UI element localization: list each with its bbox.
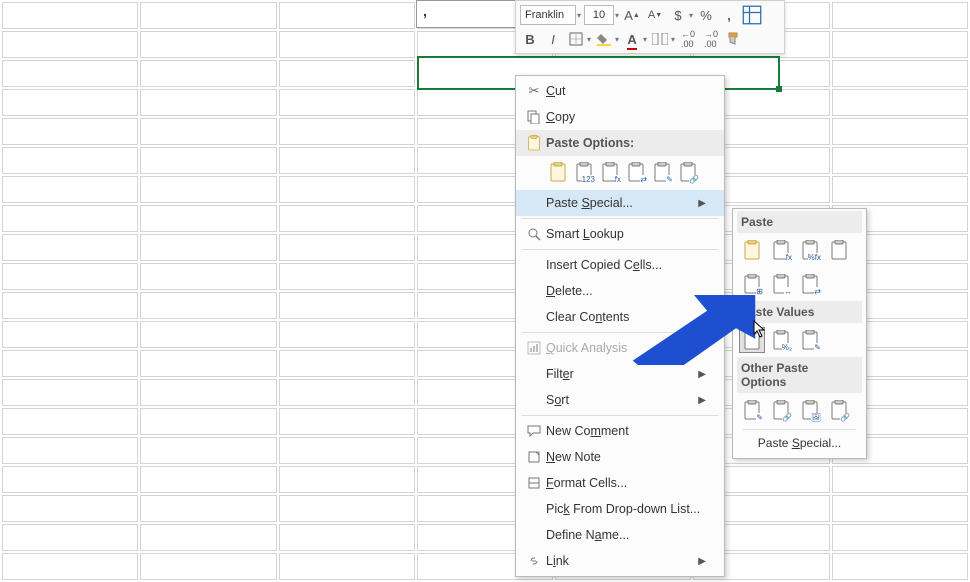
menu-format-cells[interactable]: Format Cells... bbox=[516, 470, 724, 496]
menu-quick-analysis: Quick Analysis bbox=[516, 335, 724, 361]
chevron-right-icon: ▶ bbox=[698, 556, 706, 567]
font-size-select[interactable]: 10 bbox=[584, 5, 614, 25]
paste-all-button[interactable] bbox=[546, 160, 570, 184]
separator bbox=[522, 332, 718, 333]
dropdown-icon[interactable]: ▾ bbox=[615, 35, 619, 44]
formula-indicator-cell: , bbox=[416, 0, 516, 28]
dropdown-icon[interactable]: ▾ bbox=[615, 11, 619, 20]
separator bbox=[743, 429, 856, 430]
menu-insert-copied-cells[interactable]: Insert Copied Cells... bbox=[516, 252, 724, 278]
italic-button[interactable]: I bbox=[543, 29, 563, 49]
note-icon bbox=[522, 450, 546, 464]
menu-filter[interactable]: Filter ▶ bbox=[516, 361, 724, 387]
sub-paste-transpose[interactable]: ⇄ bbox=[797, 271, 823, 297]
dropdown-icon[interactable]: ▾ bbox=[671, 35, 675, 44]
copy-icon bbox=[522, 110, 546, 124]
chevron-right-icon: ▶ bbox=[698, 369, 706, 380]
accounting-format-button[interactable]: $ bbox=[668, 5, 688, 25]
menu-pick-from-list[interactable]: Pick From Drop-down List... bbox=[516, 496, 724, 522]
bold-button[interactable]: B bbox=[520, 29, 540, 49]
scissors-icon: ✂ bbox=[522, 83, 546, 99]
menu-new-comment[interactable]: New Comment bbox=[516, 418, 724, 444]
sub-paste-picture[interactable]: 🖼 bbox=[797, 397, 823, 423]
submenu-paste-values-header: Paste Values bbox=[737, 301, 862, 323]
comma-style-button[interactable]: , bbox=[719, 5, 739, 25]
context-menu: ✂ Cut Copy Paste Options: 123 fx ⇄ ✎ 🔗 P… bbox=[515, 75, 725, 577]
submenu-other-paste-header: Other Paste Options bbox=[737, 357, 862, 393]
menu-paste-options-header: Paste Options: bbox=[516, 130, 724, 156]
menu-copy[interactable]: Copy bbox=[516, 104, 724, 130]
chevron-right-icon: ▶ bbox=[698, 198, 706, 209]
sub-paste-all[interactable] bbox=[739, 237, 765, 263]
sub-paste-keep-source[interactable] bbox=[826, 237, 852, 263]
dropdown-icon[interactable]: ▾ bbox=[689, 11, 693, 20]
percent-button[interactable]: % bbox=[696, 5, 716, 25]
decrease-decimal-button[interactable]: →0.00 bbox=[701, 29, 721, 49]
mini-toolbar: Franklin ▾ 10 ▾ A▲ A▼ $ ▾ % , B I ▾ ▾ A … bbox=[515, 0, 785, 54]
sub-paste-values-number-formatting[interactable]: %₂ bbox=[768, 327, 794, 353]
fill-color-button[interactable] bbox=[594, 29, 614, 49]
search-icon bbox=[522, 227, 546, 241]
merge-button[interactable] bbox=[650, 29, 670, 49]
font-name-select[interactable]: Franklin bbox=[520, 5, 576, 25]
menu-define-name[interactable]: Define Name... bbox=[516, 522, 724, 548]
sub-paste-formulas[interactable]: fx bbox=[768, 237, 794, 263]
font-name-label: Franklin bbox=[525, 9, 564, 21]
paste-options-row: 123 fx ⇄ ✎ 🔗 bbox=[516, 156, 724, 190]
dropdown-icon[interactable]: ▾ bbox=[577, 11, 581, 20]
menu-link[interactable]: Link ▶ bbox=[516, 548, 724, 574]
increase-decimal-button[interactable]: ←0.00 bbox=[678, 29, 698, 49]
sub-paste-no-borders[interactable]: ⊞ bbox=[739, 271, 765, 297]
separator bbox=[522, 249, 718, 250]
comment-icon bbox=[522, 424, 546, 438]
font-size-label: 10 bbox=[593, 9, 605, 21]
sub-paste-column-widths[interactable]: ↔ bbox=[768, 271, 794, 297]
dropdown-icon[interactable]: ▾ bbox=[643, 35, 647, 44]
menu-paste-special[interactable]: Paste Special... ▶ bbox=[516, 190, 724, 216]
menu-smart-lookup[interactable]: Smart Lookup bbox=[516, 221, 724, 247]
sub-paste-linked-picture[interactable]: 🔗 bbox=[826, 397, 852, 423]
borders-button[interactable] bbox=[566, 29, 586, 49]
sub-paste-values-only[interactable] bbox=[739, 327, 765, 353]
paste-formatting-button[interactable]: ✎ bbox=[650, 160, 674, 184]
separator bbox=[522, 415, 718, 416]
format-cells-icon bbox=[522, 476, 546, 490]
paste-values-button[interactable]: 123 bbox=[572, 160, 596, 184]
dropdown-icon[interactable]: ▾ bbox=[587, 35, 591, 44]
paste-special-submenu: Paste fx %fx ⊞ ↔ ⇄ Paste Values %₂ ✎ Oth… bbox=[732, 208, 867, 459]
submenu-paste-header: Paste bbox=[737, 211, 862, 233]
link-icon bbox=[522, 554, 546, 568]
paste-formulas-button[interactable]: fx bbox=[598, 160, 622, 184]
font-color-button[interactable]: A bbox=[622, 29, 642, 49]
menu-sort[interactable]: Sort ▶ bbox=[516, 387, 724, 413]
menu-new-note[interactable]: New Note bbox=[516, 444, 724, 470]
increase-font-button[interactable]: A▲ bbox=[622, 5, 642, 25]
chevron-right-icon: ▶ bbox=[698, 395, 706, 406]
clipboard-icon bbox=[522, 135, 546, 151]
menu-clear-contents[interactable]: Clear Contents bbox=[516, 304, 724, 330]
decrease-font-button[interactable]: A▼ bbox=[645, 5, 665, 25]
sub-paste-link[interactable]: 🔗 bbox=[768, 397, 794, 423]
sub-paste-values-source-formatting[interactable]: ✎ bbox=[797, 327, 823, 353]
format-cells-dialog-button[interactable] bbox=[742, 5, 762, 25]
paste-link-button[interactable]: 🔗 bbox=[676, 160, 700, 184]
sub-paste-formatting[interactable]: ✎ bbox=[739, 397, 765, 423]
format-painter-button[interactable] bbox=[724, 29, 744, 49]
sub-paste-special-dialog[interactable]: Paste Special... bbox=[737, 432, 862, 454]
sub-paste-formulas-formatting[interactable]: %fx bbox=[797, 237, 823, 263]
menu-cut[interactable]: ✂ Cut bbox=[516, 78, 724, 104]
quick-analysis-icon bbox=[522, 341, 546, 355]
menu-delete[interactable]: Delete... bbox=[516, 278, 724, 304]
paste-transpose-button[interactable]: ⇄ bbox=[624, 160, 648, 184]
separator bbox=[522, 218, 718, 219]
